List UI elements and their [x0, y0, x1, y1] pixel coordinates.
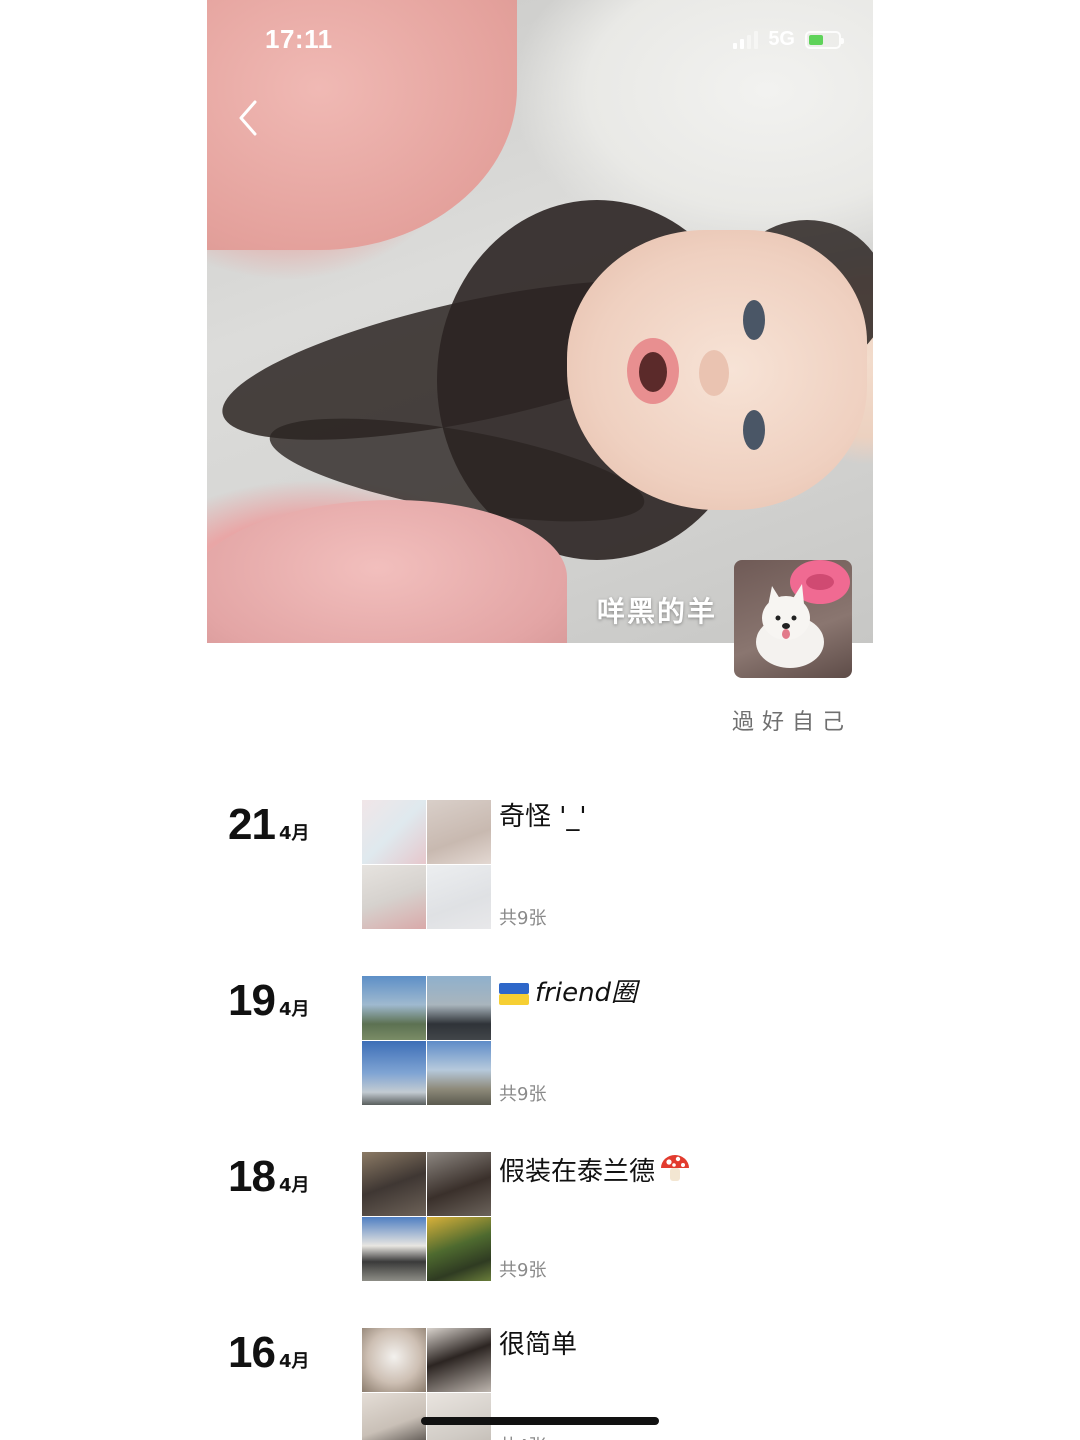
entry-month: 4月 — [278, 999, 310, 1020]
photo-thumbnail — [427, 1328, 491, 1392]
entry-title-text: 奇怪 '_' — [499, 802, 587, 832]
entry-date: 21 4月 — [228, 800, 309, 850]
entry-day: 21 — [228, 800, 276, 849]
home-indicator[interactable] — [421, 1417, 659, 1425]
photo-thumbnail — [427, 1041, 491, 1105]
chevron-left-icon — [239, 100, 257, 136]
photo-count: 共4张 — [499, 1432, 546, 1440]
entry-title-text: friend圈 — [535, 978, 638, 1008]
profile-signature: 過好自己 — [731, 710, 852, 735]
back-button[interactable] — [233, 98, 263, 138]
photo-thumbnail — [362, 1393, 426, 1440]
photo-thumbnail — [362, 1217, 426, 1281]
album-entry[interactable]: 19 4月 friend圈 共9张 — [0, 976, 1080, 1106]
photo-grid[interactable] — [362, 976, 491, 1105]
battery-icon — [805, 30, 844, 49]
status-time: 17:11 — [265, 24, 333, 54]
entry-month: 4月 — [278, 823, 310, 844]
entry-date: 16 4月 — [228, 1328, 309, 1378]
photo-thumbnail — [362, 976, 426, 1040]
album-entry[interactable]: 21 4月 奇怪 '_' 共9张 — [0, 800, 1080, 930]
photo-grid[interactable] — [362, 1152, 491, 1281]
entry-title-text: 假装在泰兰德 — [499, 1157, 656, 1187]
photo-thumbnail — [427, 976, 491, 1040]
photo-thumbnail — [362, 1152, 426, 1216]
photo-thumbnail — [427, 1152, 491, 1216]
entry-date: 19 4月 — [228, 976, 309, 1026]
network-label: 5G — [768, 28, 795, 50]
entry-day: 18 — [228, 1152, 276, 1201]
entry-day: 16 — [228, 1328, 276, 1377]
photo-thumbnail — [362, 865, 426, 929]
entry-title[interactable]: friend圈 — [499, 976, 637, 1010]
mushroom-icon — [661, 1155, 690, 1181]
photo-thumbnail — [427, 1217, 491, 1281]
signal-icon — [733, 30, 759, 49]
dog-icon — [756, 560, 850, 668]
cover-photo: 17:11 5G 咩黑的羊 — [207, 0, 873, 643]
entry-day: 19 — [228, 976, 276, 1025]
photo-thumbnail — [362, 1328, 426, 1392]
photo-thumbnail — [427, 800, 491, 864]
entry-title[interactable]: 奇怪 '_' — [499, 800, 587, 834]
photo-thumbnail — [362, 1041, 426, 1105]
photo-thumbnail — [427, 865, 491, 929]
status-indicators: 5G — [733, 28, 844, 51]
ukraine-flag-icon — [499, 983, 529, 1005]
avatar[interactable] — [734, 560, 852, 678]
entry-title[interactable]: 很简单 — [499, 1328, 577, 1362]
album-entry[interactable]: 18 4月 假装在泰兰德 共9张 — [0, 1152, 1080, 1282]
entry-title-text: 很简单 — [499, 1330, 578, 1360]
entry-month: 4月 — [278, 1351, 310, 1372]
photo-thumbnail — [362, 800, 426, 864]
photo-count: 共9张 — [499, 908, 547, 929]
photo-count: 共9张 — [499, 1084, 547, 1105]
album-page: 17:11 5G 咩黑的羊 過好自己 21 4月 奇怪 '_' 共9张 19 4… — [0, 0, 1080, 1440]
profile-name: 咩黑的羊 — [596, 595, 717, 628]
photo-grid[interactable] — [362, 800, 491, 929]
entry-month: 4月 — [278, 1175, 310, 1196]
entry-title[interactable]: 假装在泰兰德 — [499, 1152, 691, 1189]
photo-count: 共9张 — [499, 1260, 547, 1281]
entry-date: 18 4月 — [228, 1152, 309, 1202]
